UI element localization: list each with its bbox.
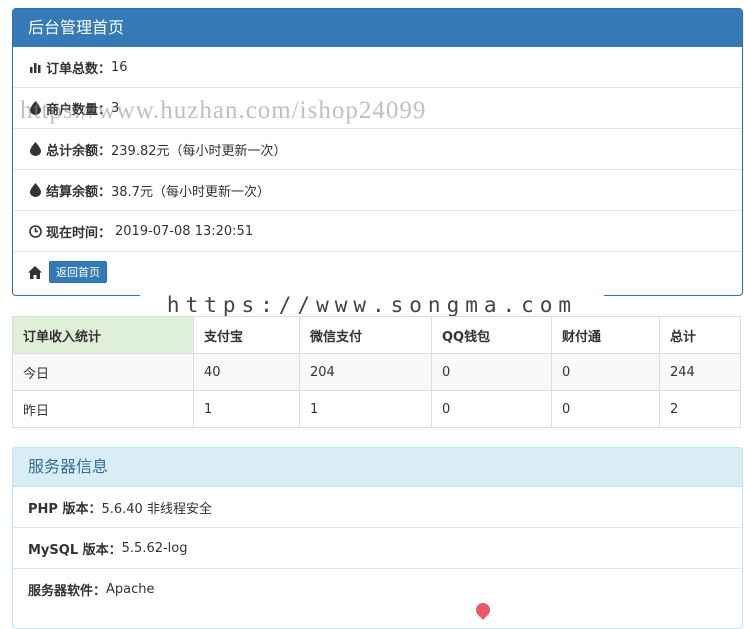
server-panel-title: 服务器信息 (13, 448, 742, 487)
header-cell: 订单收入统计 (12, 316, 194, 354)
table-cell: 204 (299, 353, 432, 391)
orders-row: 订单总数： 16 (13, 47, 742, 88)
orders-value: 16 (111, 59, 128, 75)
tint-icon (28, 142, 42, 156)
time-label: 现在时间： (46, 225, 112, 241)
php-row: PHP 版本： 5.6.40 非线程安全 (13, 487, 742, 528)
header-cell: 微信支付 (299, 316, 432, 354)
table-header-row: 订单收入统计 支付宝 微信支付 QQ钱包 财付通 总计 (12, 316, 741, 354)
tint-icon (28, 101, 42, 115)
header-cell: 财付通 (551, 316, 660, 354)
merchants-value: 3 (111, 100, 120, 116)
home-icon (28, 265, 42, 279)
total-balance-row: 总计余额： 239.82元（每小时更新一次） (13, 129, 742, 170)
time-row: 现在时间： 2019-07-08 13:20:51 (13, 211, 742, 252)
time-value: 2019-07-08 13:20:51 (115, 223, 254, 239)
orders-label: 订单总数： (46, 61, 112, 77)
table-cell: 0 (431, 390, 552, 428)
php-label: PHP 版本： (28, 501, 102, 517)
table-cell: 244 (659, 353, 741, 391)
header-cell: 总计 (659, 316, 741, 354)
header-cell: 支付宝 (193, 316, 300, 354)
table-cell: 0 (431, 353, 552, 391)
tint-icon (28, 183, 42, 197)
bar-chart-icon (28, 60, 42, 74)
table-cell: 1 (193, 390, 300, 428)
mysql-label: MySQL 版本： (28, 542, 122, 558)
software-value: Apache (106, 581, 155, 597)
table-cell: 今日 (12, 353, 194, 391)
table-cell: 0 (551, 390, 660, 428)
table-cell: 2 (659, 390, 741, 428)
mysql-value: 5.5.62-log (121, 540, 188, 556)
table-cell: 1 (299, 390, 432, 428)
software-label: 服务器软件： (28, 583, 107, 599)
settle-balance-value: 38.7元（每小时更新一次） (111, 184, 270, 200)
settle-balance-row: 结算余额： 38.7元（每小时更新一次） (13, 170, 742, 211)
table-cell: 0 (551, 353, 660, 391)
server-info-panel: 服务器信息 PHP 版本： 5.6.40 非线程安全 MySQL 版本： 5.5… (12, 447, 743, 629)
table-cell: 昨日 (12, 390, 194, 428)
mysql-row: MySQL 版本： 5.5.62-log (13, 528, 742, 569)
clock-icon (28, 224, 42, 238)
overview-panel: 后台管理首页 订单总数： 16 商户数量： 3 总计余额： 239.82元（每小… (12, 8, 743, 296)
merchants-label: 商户数量： (46, 102, 112, 118)
merchants-row: 商户数量： 3 (13, 88, 742, 129)
total-balance-label: 总计余额： (46, 143, 112, 159)
table-cell: 40 (193, 353, 300, 391)
total-balance-value: 239.82元（每小时更新一次） (111, 143, 287, 159)
software-row: 服务器软件： Apache (13, 569, 742, 609)
settle-balance-label: 结算余额： (46, 184, 112, 200)
header-cell: QQ钱包 (431, 316, 552, 354)
table-row: 昨日 1 1 0 0 2 (12, 390, 741, 428)
php-value: 5.6.40 非线程安全 (101, 501, 212, 517)
table-row: 今日 40 204 0 0 244 (12, 353, 741, 391)
home-button[interactable]: 返回首页 (49, 261, 107, 283)
panel-title: 后台管理首页 (13, 9, 742, 47)
home-row: 返回首页 (13, 252, 742, 292)
income-table: 订单收入统计 支付宝 微信支付 QQ钱包 财付通 总计 今日 40 204 0 … (12, 316, 741, 428)
